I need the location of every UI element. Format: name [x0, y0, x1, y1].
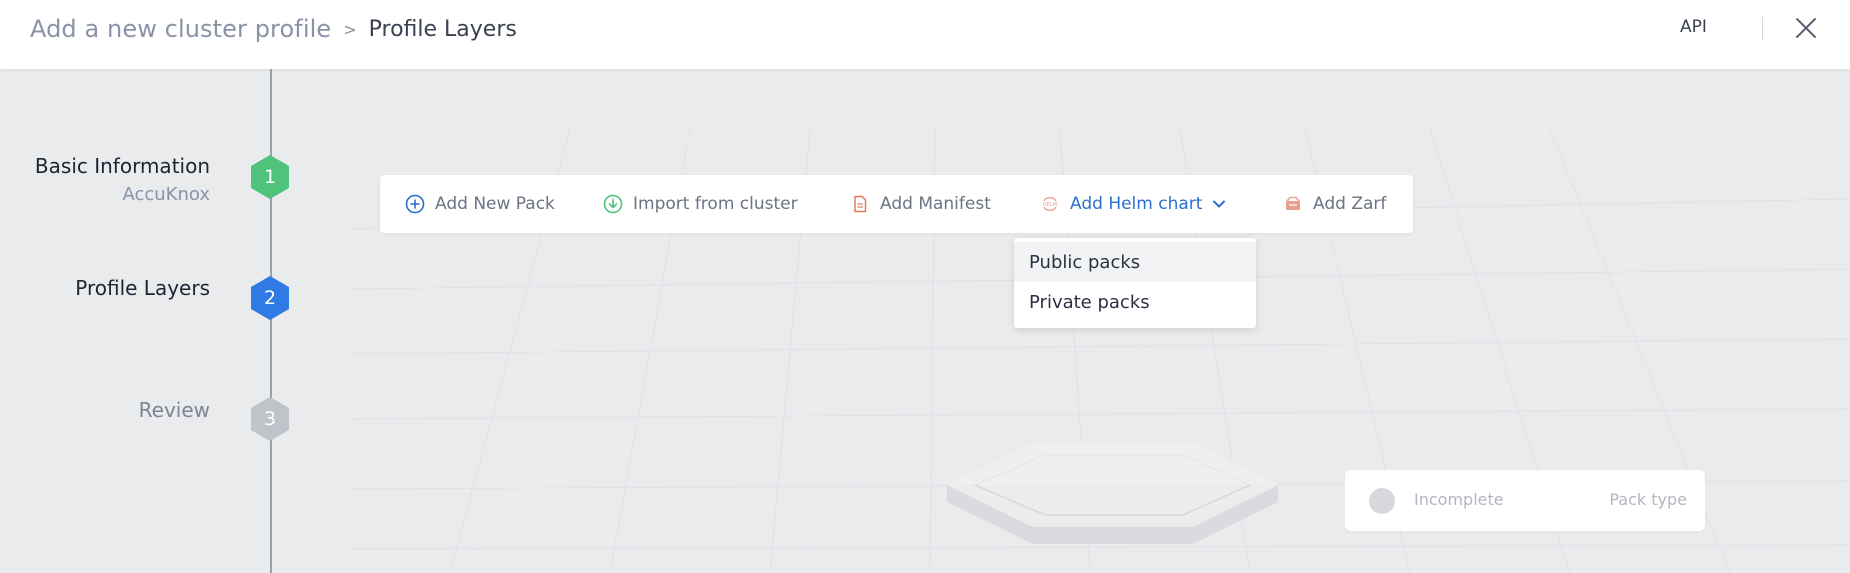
- step-number: 3: [263, 408, 277, 430]
- step-title: Review: [138, 398, 210, 422]
- step-1-badge[interactable]: 1: [250, 155, 290, 199]
- stepper-line: [270, 69, 272, 573]
- menu-item-private-packs[interactable]: Private packs: [1014, 282, 1256, 322]
- page-header: Add a new cluster profile > Profile Laye…: [0, 0, 1850, 69]
- layer-card[interactable]: Incomplete Pack type: [1345, 470, 1705, 531]
- header-divider: [1762, 17, 1763, 41]
- menu-item-public-packs[interactable]: Public packs: [1014, 242, 1256, 282]
- document-icon: [854, 195, 867, 213]
- breadcrumb-separator: >: [343, 19, 357, 39]
- helm-chart-menu: Public packs Private packs: [1014, 238, 1256, 328]
- layers-toolbar: Add New Pack Import from cluster Add Man…: [380, 175, 1413, 233]
- add-helm-chart-dropdown[interactable]: HELM Add Helm chart: [1040, 175, 1227, 233]
- breadcrumb-root[interactable]: Add a new cluster profile: [30, 15, 331, 43]
- toolbar-item-label: Add Zarf: [1313, 194, 1387, 214]
- svg-text:HELM: HELM: [1043, 202, 1057, 208]
- add-manifest-button[interactable]: Add Manifest: [850, 175, 991, 233]
- step-label-profile-layers[interactable]: Profile Layers: [75, 276, 210, 300]
- layer-status: Incomplete: [1414, 490, 1504, 509]
- step-title: Profile Layers: [75, 276, 210, 300]
- plus-circle-icon: [405, 194, 425, 214]
- status-dot: [1369, 488, 1395, 514]
- toolbar-item-label: Add Helm chart: [1070, 194, 1203, 214]
- breadcrumb-current: Profile Layers: [368, 16, 517, 42]
- breadcrumb: Add a new cluster profile > Profile Laye…: [30, 0, 517, 58]
- zarf-icon: [1286, 196, 1300, 210]
- close-icon[interactable]: [1793, 15, 1819, 41]
- step-label-review[interactable]: Review: [139, 398, 210, 422]
- step-title: Basic Information: [34, 154, 210, 178]
- api-button[interactable]: API: [1680, 17, 1707, 37]
- step-number: 2: [263, 287, 277, 309]
- add-new-pack-button[interactable]: Add New Pack: [405, 175, 555, 233]
- step-number: 1: [263, 166, 277, 188]
- pack-type-label: Pack type: [1609, 490, 1687, 509]
- import-from-cluster-button[interactable]: Import from cluster: [603, 175, 798, 233]
- add-zarf-button[interactable]: Add Zarf: [1283, 175, 1386, 233]
- toolbar-item-label: Import from cluster: [633, 194, 798, 214]
- step-3-badge[interactable]: 3: [250, 397, 290, 441]
- chevron-down-icon: [1213, 200, 1226, 208]
- step-subtitle: AccuKnox: [122, 184, 210, 205]
- toolbar-item-label: Add Manifest: [880, 194, 991, 214]
- step-label-basic-information[interactable]: Basic Information AccuKnox: [35, 154, 210, 205]
- layer-platform-hexagon: [947, 443, 1278, 544]
- step-2-badge[interactable]: 2: [250, 276, 290, 320]
- helm-icon: HELM: [1043, 197, 1057, 211]
- toolbar-item-label: Add New Pack: [435, 194, 555, 214]
- download-circle-icon: [603, 194, 623, 214]
